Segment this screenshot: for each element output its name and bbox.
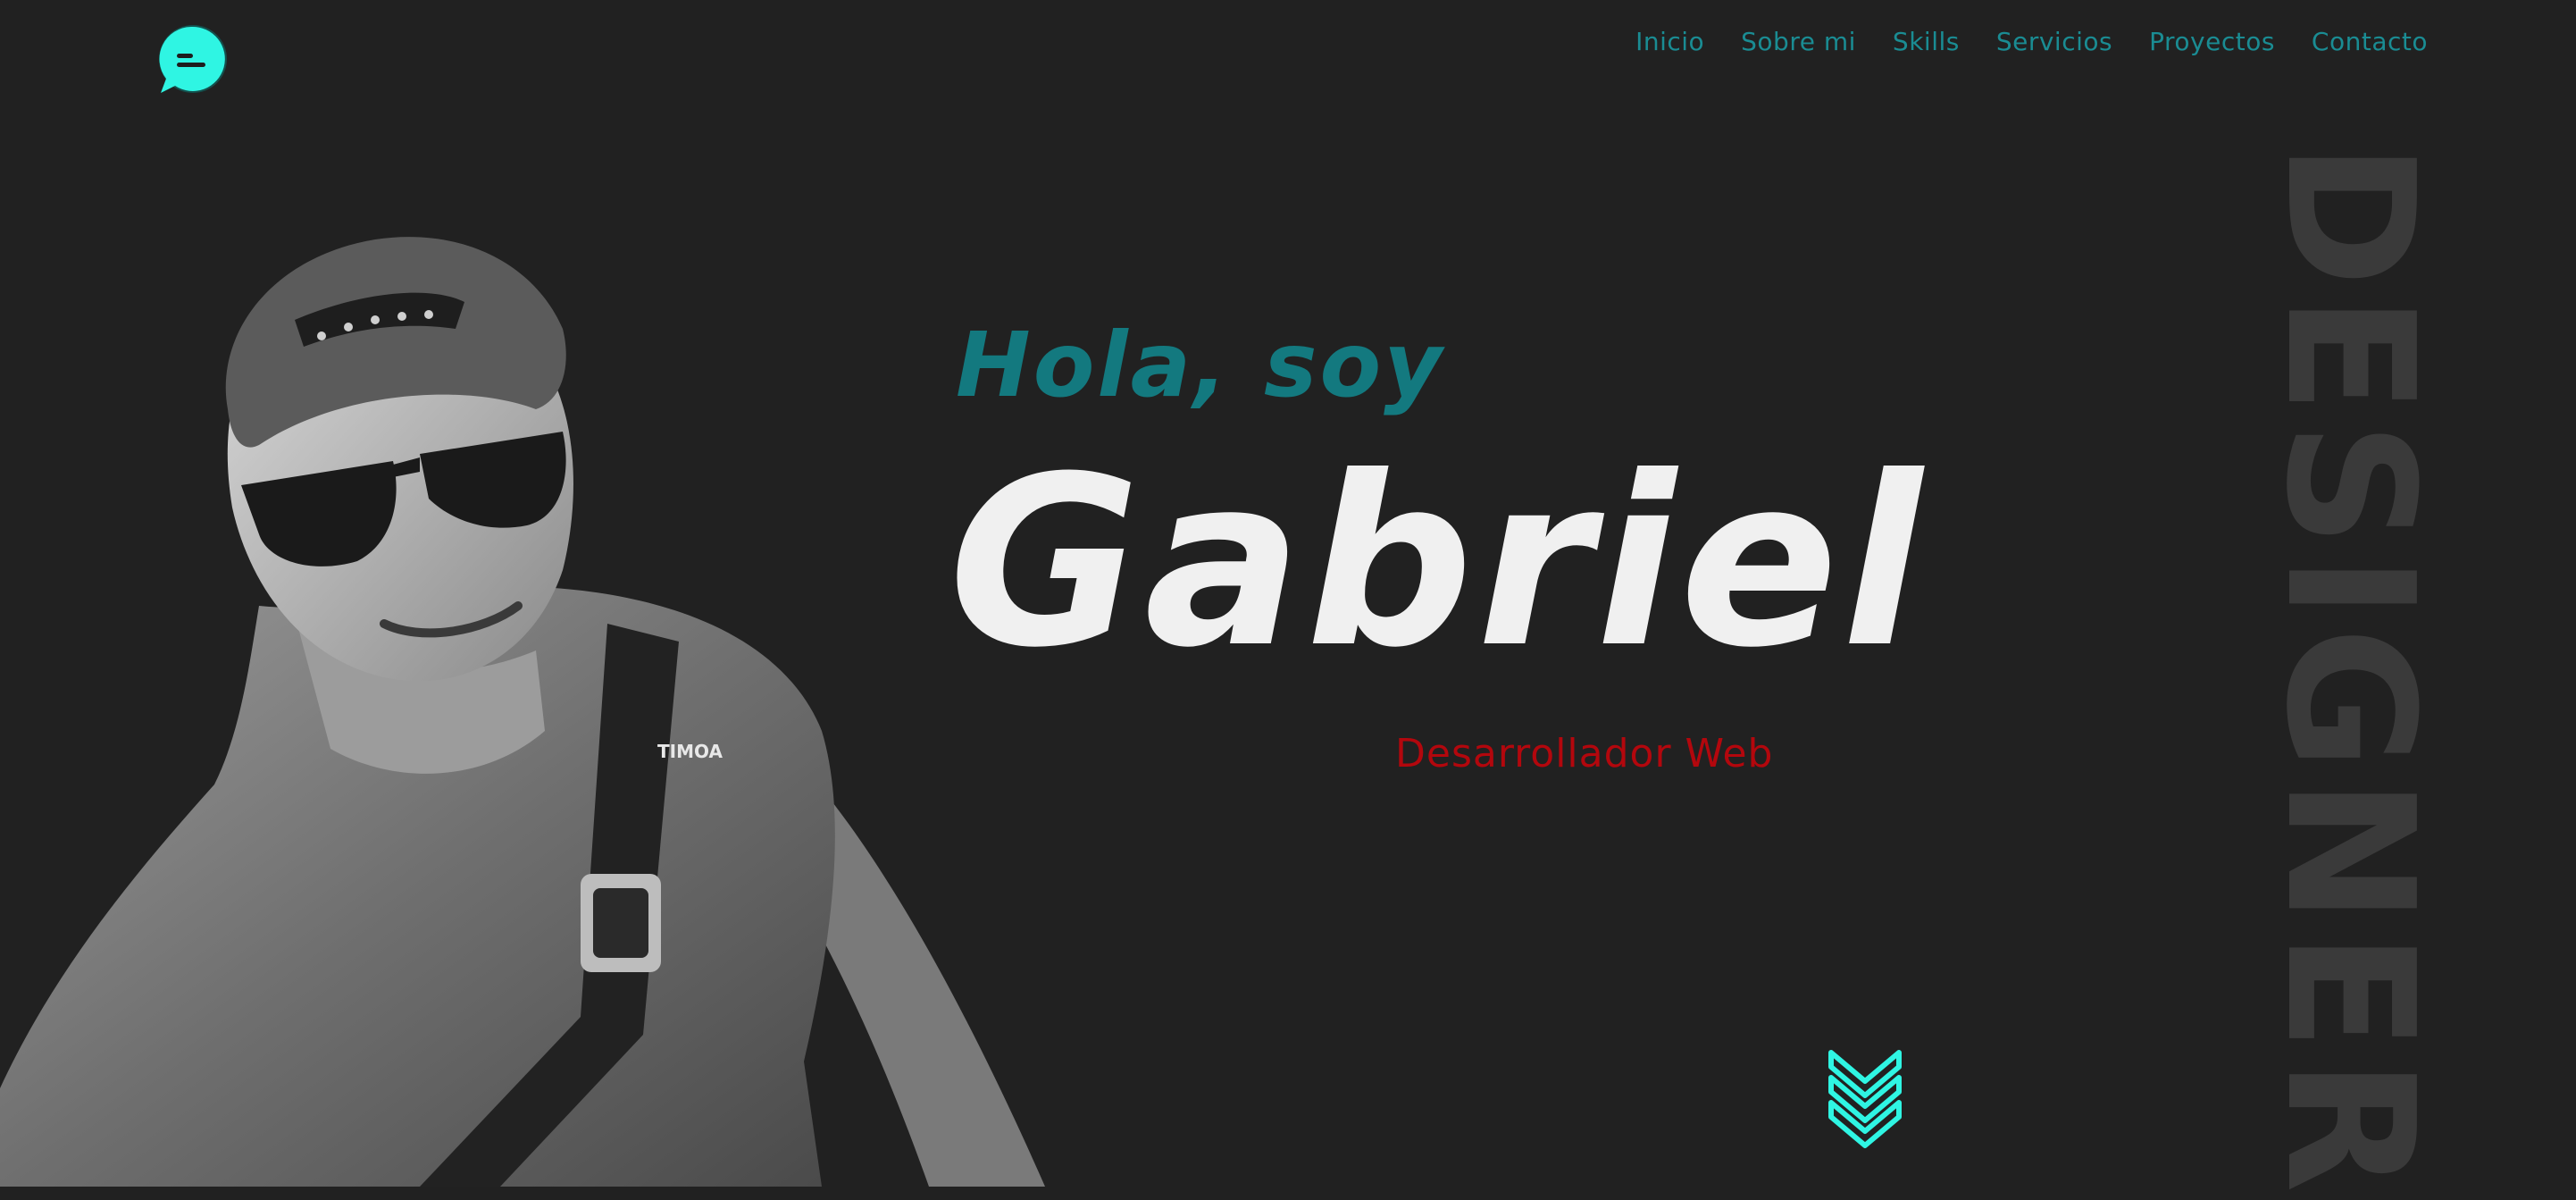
nav-item-proyectos[interactable]: Proyectos <box>2149 27 2275 56</box>
nav-item-skills[interactable]: Skills <box>1893 27 1960 56</box>
logo[interactable] <box>155 25 227 97</box>
hero-name: Gabriel <box>949 426 1926 699</box>
role-subtitle: Desarrollador Web <box>1395 731 1774 776</box>
chat-bubble-icon <box>159 25 227 94</box>
nav-item-inicio[interactable]: Inicio <box>1635 27 1704 56</box>
nav-item-sobre-mi[interactable]: Sobre mi <box>1741 27 1856 56</box>
person-illustration: TIMOA <box>0 237 1045 1187</box>
scroll-down-button[interactable] <box>1826 1047 1904 1153</box>
nav-item-servicios[interactable]: Servicios <box>1996 27 2112 56</box>
vertical-designer-text: DESIGNER <box>2247 142 2451 1200</box>
chevrons-down-icon <box>1828 1050 1902 1148</box>
profile-photo: TIMOA <box>0 231 1054 1187</box>
vertical-word: DESIGNER <box>2247 141 2451 1200</box>
greeting-text: Hola, soy <box>956 313 1445 417</box>
main-nav: Inicio Sobre mi Skills Servicios Proyect… <box>1635 27 2428 56</box>
shirt-text: TIMOA <box>657 741 723 762</box>
nav-item-contacto[interactable]: Contacto <box>2312 27 2428 56</box>
